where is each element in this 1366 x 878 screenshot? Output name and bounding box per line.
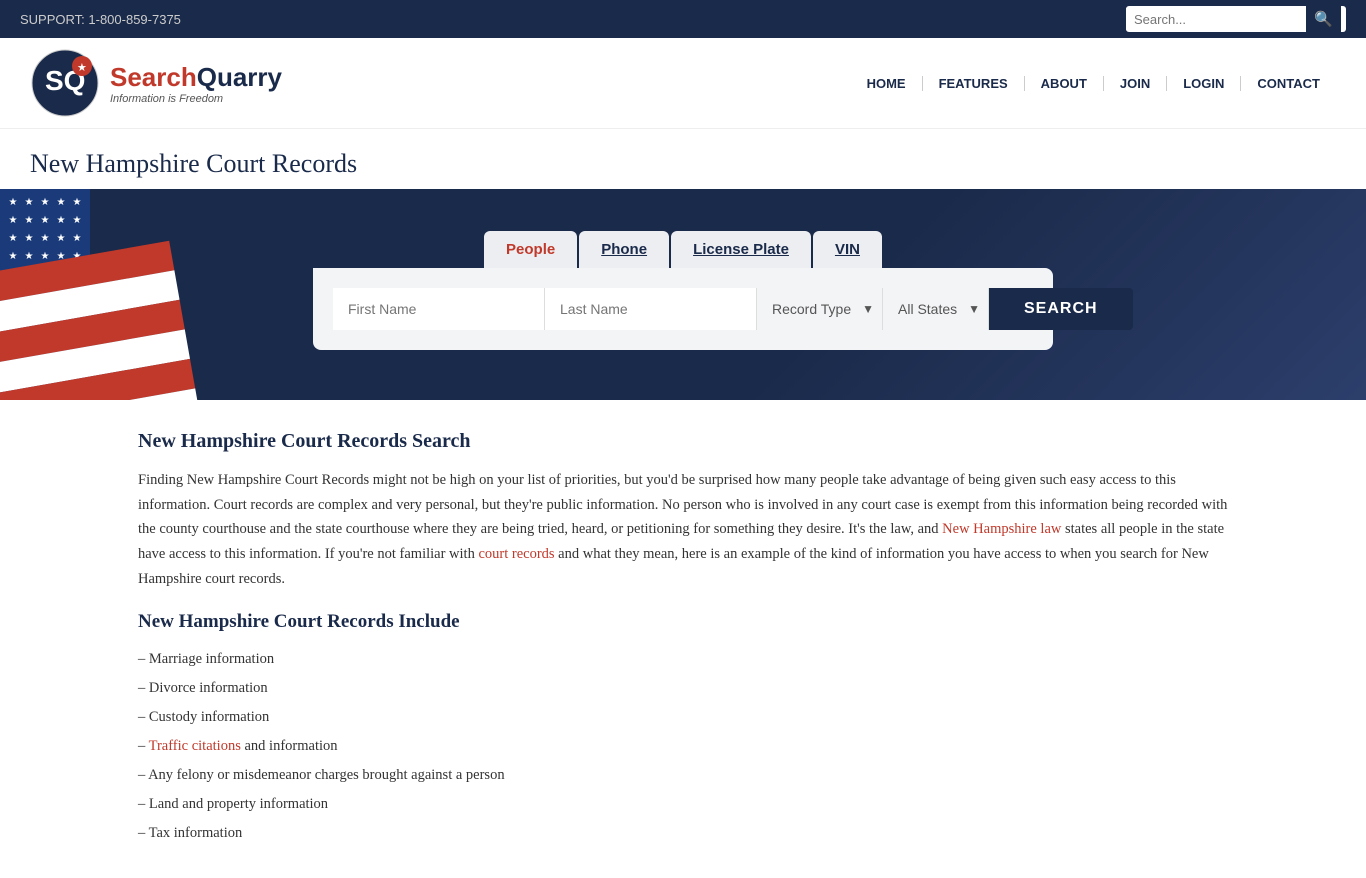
nav-features[interactable]: FEATURES [923,76,1025,91]
state-select-wrapper[interactable]: All States ▼ [883,288,989,330]
tab-phone[interactable]: Phone [579,231,669,268]
content-paragraph-1: Finding New Hampshire Court Records migh… [138,468,1228,591]
last-name-input[interactable] [545,288,757,330]
search-button[interactable]: SEARCH [989,288,1133,330]
traffic-citations-link[interactable]: Traffic citations [149,738,241,754]
includes-heading: New Hampshire Court Records Include [138,611,1228,633]
top-search-button[interactable]: 🔍 [1306,6,1341,32]
list-item: Tax information [138,819,1228,848]
logo-text: SearchQuarry Information is Freedom [110,62,282,105]
search-form: Record Type ▼ All States ▼ SEARCH [333,288,1033,330]
page-title: New Hampshire Court Records [30,149,1336,179]
nav-contact[interactable]: CONTACT [1241,76,1336,91]
page-title-bar: New Hampshire Court Records [0,129,1366,189]
nav-join[interactable]: JOIN [1104,76,1167,91]
support-phone: SUPPORT: 1-800-859-7375 [20,12,181,27]
court-records-link[interactable]: court records [478,546,554,562]
content-area: New Hampshire Court Records Search Findi… [108,430,1258,848]
list-item: Marriage information [138,645,1228,674]
flag-decoration: ★★★★ ★★★★ ★★★★ ★★★★ ★★★★ [0,189,200,400]
hero-banner: ★★★★ ★★★★ ★★★★ ★★★★ ★★★★ People Phone Li… [0,189,1366,400]
list-item: Custody information [138,703,1228,732]
tab-license-plate[interactable]: License Plate [671,231,811,268]
header: SQ ★ SearchQuarry Information is Freedom… [0,38,1366,129]
record-type-select[interactable]: Record Type [757,289,882,329]
logo-tagline: Information is Freedom [110,93,282,105]
main-nav: HOME FEATURES ABOUT JOIN LOGIN CONTACT [851,76,1336,91]
nh-law-link[interactable]: New Hampshire law [942,521,1061,537]
search-tabs: People Phone License Plate VIN [454,219,912,268]
nav-home[interactable]: HOME [851,76,923,91]
state-select[interactable]: All States [883,289,988,329]
top-search-input[interactable] [1126,8,1306,31]
main-content-heading: New Hampshire Court Records Search [138,430,1228,453]
nav-login[interactable]: LOGIN [1167,76,1241,91]
first-name-input[interactable] [333,288,545,330]
svg-text:★: ★ [77,62,87,74]
tab-people[interactable]: People [484,231,577,268]
records-list: Marriage information Divorce information… [138,645,1228,848]
logo-icon: SQ ★ [30,48,100,118]
search-container: People Phone License Plate VIN Record Ty… [293,219,1073,350]
list-item: Traffic citations and information [138,732,1228,761]
top-search-form[interactable]: 🔍 [1126,6,1346,32]
logo-name: SearchQuarry [110,62,282,93]
flag-stripes [0,189,200,400]
list-item: Any felony or misdemeanor charges brough… [138,761,1228,790]
nav-about[interactable]: ABOUT [1025,76,1104,91]
search-form-wrapper: Record Type ▼ All States ▼ SEARCH [313,268,1053,350]
record-type-wrapper[interactable]: Record Type ▼ [757,288,883,330]
tab-vin[interactable]: VIN [813,231,882,268]
list-item: Divorce information [138,674,1228,703]
logo: SQ ★ SearchQuarry Information is Freedom [30,48,282,118]
top-bar: SUPPORT: 1-800-859-7375 🔍 [0,0,1366,38]
list-item: Land and property information [138,790,1228,819]
